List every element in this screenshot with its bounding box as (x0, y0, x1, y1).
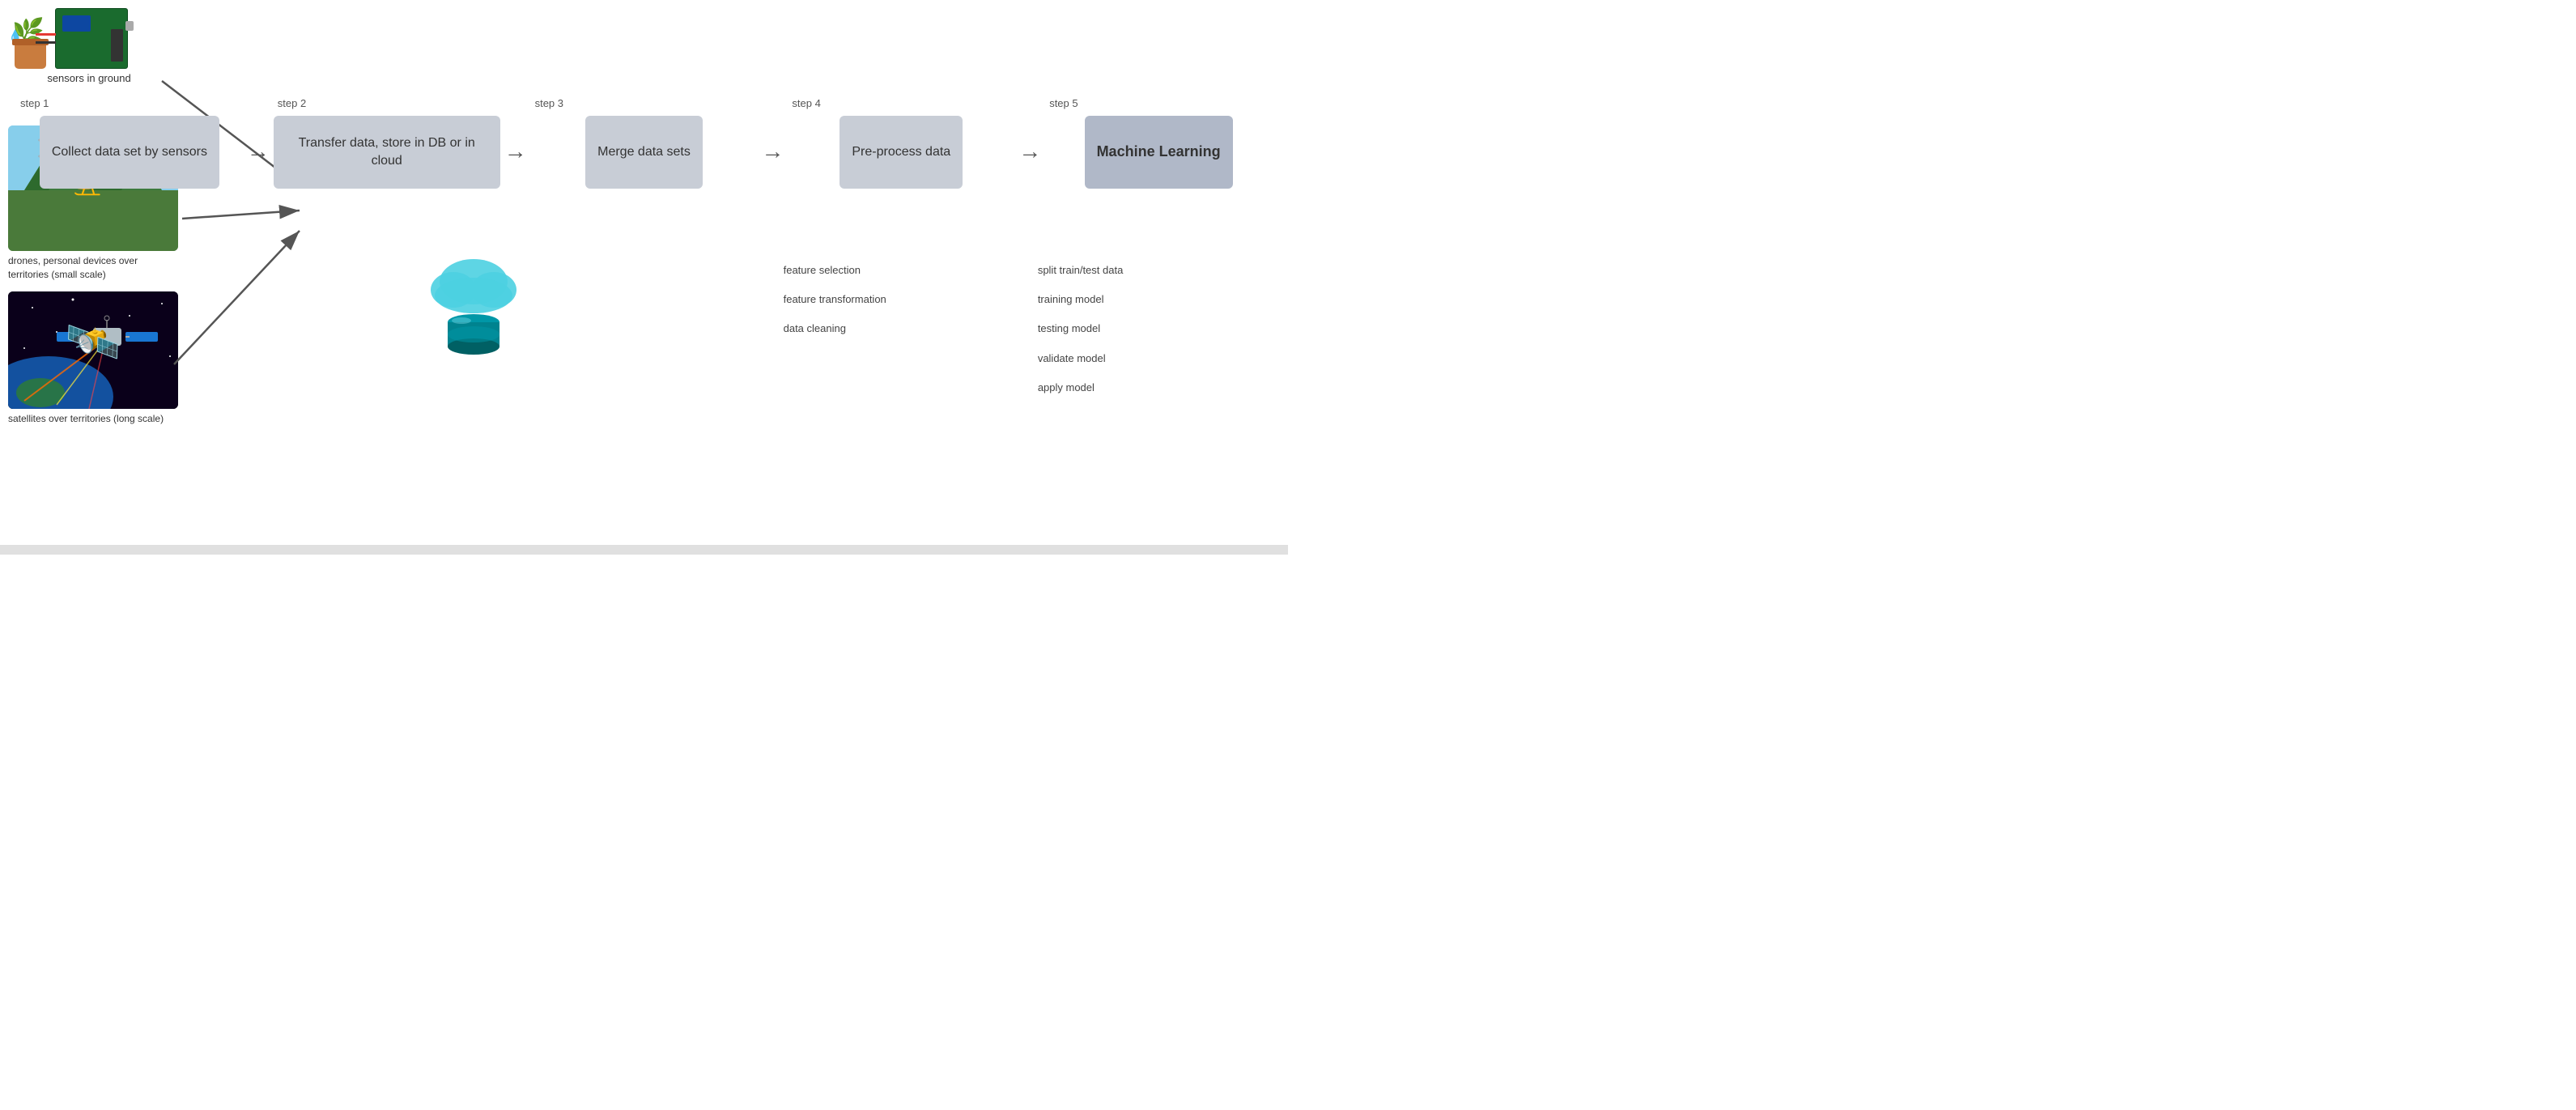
spacer1 (254, 259, 270, 414)
plant-pot: 🌿 💧 (8, 8, 53, 69)
step2-container: step 2 Transfer data, store in DB or in … (274, 97, 500, 189)
steps-row: step 1 Collect data set by sensors → ste… (0, 97, 1288, 189)
step1-label: step 1 (16, 97, 49, 109)
step4-container: step 4 Pre-process data (788, 97, 1014, 189)
sensor-group: 🌿 💧 sensors in ground (8, 0, 170, 84)
pot-body (15, 43, 46, 69)
wire-red (36, 33, 56, 36)
step4-annotation-2: feature transformation (784, 292, 1014, 307)
diagram-container: 🌿 💧 sensors in ground (0, 0, 1288, 555)
annotations-row: feature selection feature transformation… (0, 259, 1288, 414)
spacer3 (763, 259, 780, 414)
step5-annotation-4: validate model (1038, 351, 1268, 366)
step5-box: Machine Learning (1085, 116, 1233, 189)
step4-annotation-1: feature selection (784, 263, 1014, 278)
step3-label: step 3 (531, 97, 563, 109)
step5-annotation-1: split train/test data (1038, 263, 1268, 278)
step5-annotation-5: apply model (1038, 381, 1268, 395)
satellite-label: satellites over territories (long scale) (8, 412, 178, 426)
arrow4: → (1014, 138, 1045, 164)
arduino-board (55, 8, 128, 69)
annotation-col-5: split train/test data training model tes… (1034, 259, 1272, 414)
step2-label: step 2 (274, 97, 306, 109)
annotation-col-2 (270, 259, 508, 414)
spacer2 (508, 259, 525, 414)
step1-box: Collect data set by sensors (40, 116, 219, 189)
sensor-images: 🌿 💧 (8, 0, 170, 69)
step5-label: step 5 (1045, 97, 1078, 109)
wire-black (36, 41, 56, 44)
step1-container: step 1 Collect data set by sensors (16, 97, 243, 189)
arrow1: → (243, 138, 274, 164)
step4-label: step 4 (788, 97, 820, 109)
arrow2: → (500, 138, 531, 164)
usb-connector (125, 21, 134, 31)
annotation-col-4: feature selection feature transformation… (780, 259, 1018, 414)
annotation-col-1 (16, 259, 254, 414)
step5-annotation-3: testing model (1038, 321, 1268, 336)
step4-annotation-3: data cleaning (784, 321, 1014, 336)
step3-box: Merge data sets (585, 116, 703, 189)
arrow3: → (757, 138, 788, 164)
sensor-label: sensors in ground (8, 72, 170, 84)
bottom-bar (0, 545, 1288, 555)
step5-container: step 5 Machine Learning (1045, 97, 1272, 189)
step5-annotation-2: training model (1038, 292, 1268, 307)
spacer4 (1018, 259, 1034, 414)
step2-box: Transfer data, store in DB or in cloud (274, 116, 500, 189)
step4-box: Pre-process data (840, 116, 963, 189)
step3-container: step 3 Merge data sets (531, 97, 758, 189)
annotation-col-3 (525, 259, 763, 414)
